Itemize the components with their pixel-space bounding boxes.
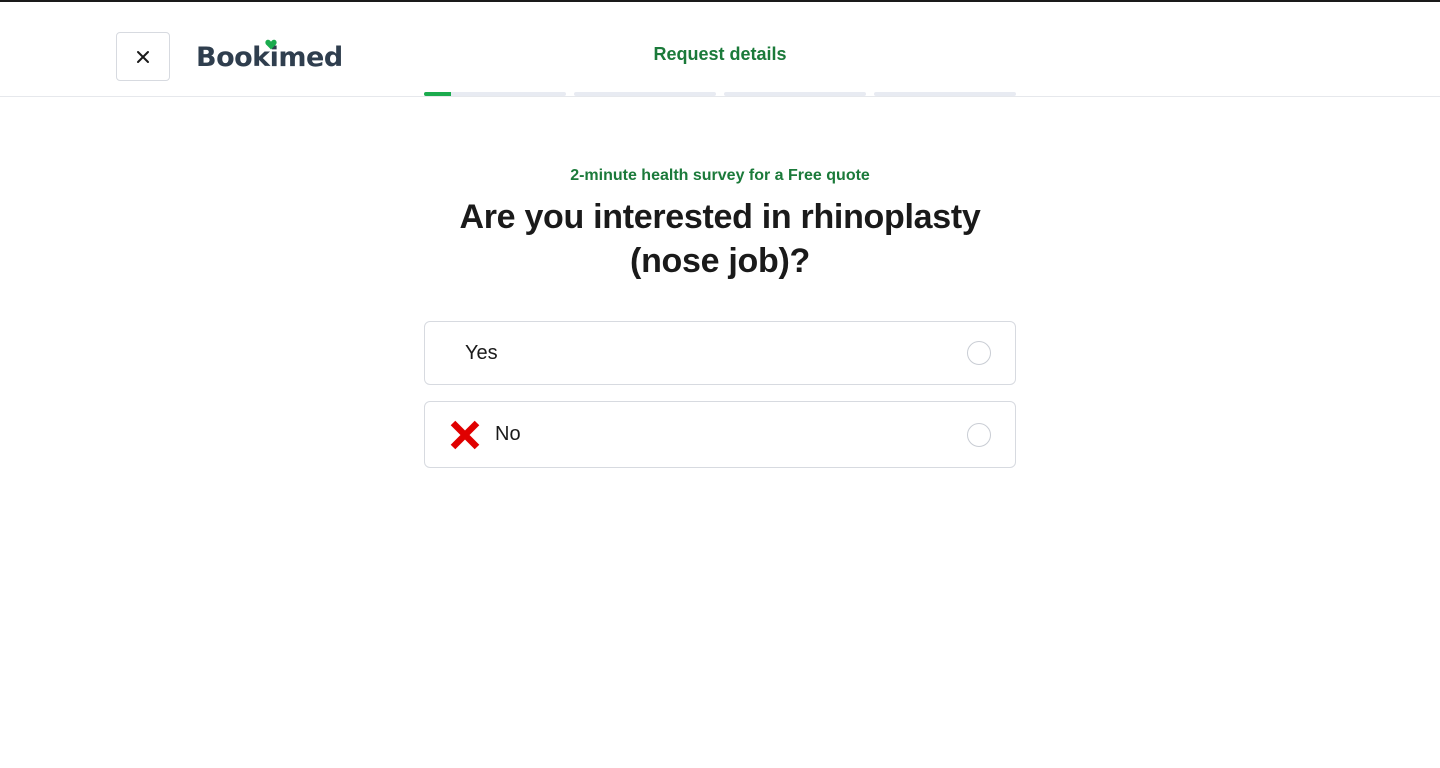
option-no[interactable]: No <box>424 401 1016 468</box>
radio-button[interactable] <box>967 341 991 365</box>
bookimed-logo[interactable]: Bookimed <box>196 39 343 73</box>
progress-segment <box>724 92 866 96</box>
radio-button[interactable] <box>967 422 991 447</box>
option-label: No <box>495 423 521 445</box>
option-yes[interactable]: Yes <box>424 321 1016 385</box>
survey-question: Are you interested in rhinoplasty (nose … <box>459 198 981 280</box>
header: Bookimed Request details <box>0 2 1440 97</box>
page-title: Request details <box>653 44 787 64</box>
cross-mark-icon <box>449 419 481 451</box>
survey-subtitle: 2-minute health survey for a Free quote <box>570 167 870 184</box>
close-button[interactable] <box>116 32 170 81</box>
progress-segment <box>874 92 1016 96</box>
heart-icon <box>265 39 277 50</box>
progress-segment <box>574 92 716 96</box>
progress-bar <box>424 92 1016 96</box>
survey-content: 2-minute health survey for a Free quote … <box>424 165 1016 468</box>
option-label: Yes <box>465 341 498 364</box>
progress-segment <box>424 92 566 96</box>
close-icon <box>137 50 149 63</box>
